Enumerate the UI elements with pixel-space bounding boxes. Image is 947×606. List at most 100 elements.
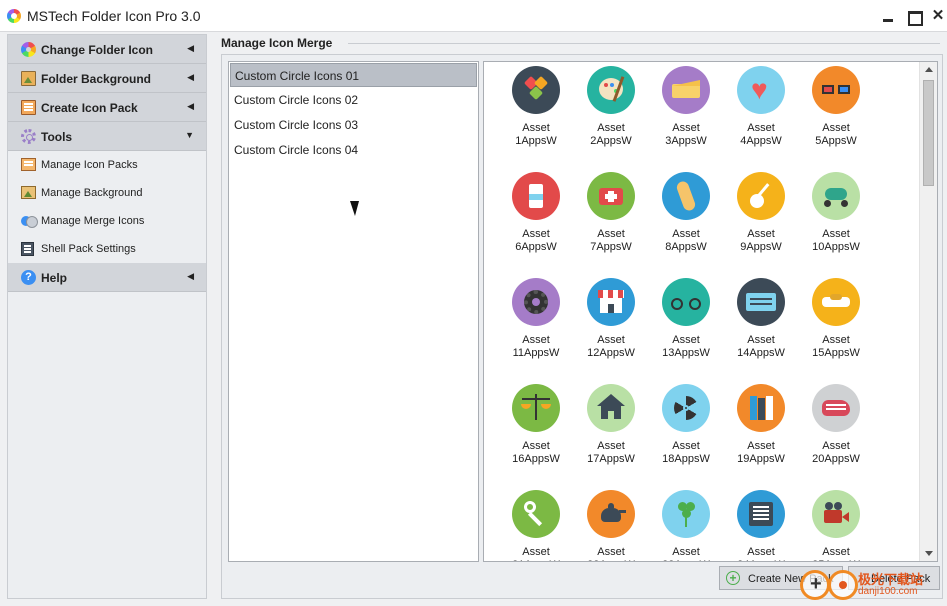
icon-grid[interactable]: Asset 1AppsW Asset 2AppsW Asset 3AppsW ♥ Asset 4… (483, 61, 938, 562)
asset-books-icon (737, 384, 785, 432)
icon-tile-label: Asset 2AppsW (573, 122, 649, 148)
icon-tile[interactable]: Asset 16AppsW (498, 384, 572, 486)
sidebar-section-folder-background[interactable]: Folder Background ◀ (8, 64, 206, 93)
icon-tile-label: Asset 16AppsW (498, 440, 574, 466)
asset-teapot-icon (587, 490, 635, 538)
maximize-button[interactable] (906, 8, 923, 26)
gear-glyph (532, 298, 540, 306)
icon-tile-label: Asset 7AppsW (573, 228, 649, 254)
close-button[interactable]: ✕ (930, 8, 946, 24)
icon-label-line2: 11AppsW (512, 347, 560, 359)
asset-glasses-icon (812, 66, 860, 114)
icon-tile-label: Asset 9AppsW (723, 228, 799, 254)
icon-pack-icon (21, 100, 36, 115)
sidebar-item-manage-background[interactable]: Manage Background (8, 179, 206, 207)
icon-label-line2: 5AppsW (815, 135, 857, 147)
icon-label-line2: 23AppsW (648, 559, 724, 561)
sidebar-item-shell-pack-settings[interactable]: Shell Pack Settings (8, 235, 206, 263)
icon-tile[interactable]: Asset 7AppsW (573, 172, 647, 274)
icon-tile[interactable]: Asset 13AppsW (648, 278, 722, 380)
icon-tile[interactable]: Asset 8AppsW (648, 172, 722, 274)
pack-list-item[interactable]: Custom Circle Icons 02 (230, 88, 477, 112)
icon-tile[interactable]: Asset 10AppsW (798, 172, 872, 274)
icon-tile[interactable]: Asset 3AppsW (648, 66, 722, 168)
sidebar-section-create-icon-pack[interactable]: Create Icon Pack ◀ (8, 93, 206, 122)
camera-glyph (825, 502, 833, 510)
asset-book-icon (737, 490, 785, 538)
icon-tile[interactable]: Asset 11AppsW (498, 278, 572, 380)
pack-list[interactable]: Custom Circle Icons 01 Custom Circle Ico… (228, 61, 479, 562)
icon-tile[interactable]: ♥ Asset 4AppsW (723, 66, 797, 168)
house-glyph (608, 411, 614, 419)
icon-tile[interactable]: Asset 17AppsW (573, 384, 647, 486)
icon-grid-scrollbar[interactable] (919, 62, 937, 561)
sidebar-section-change-folder-icon[interactable]: Change Folder Icon ◀ (8, 35, 206, 64)
asset-house-icon (587, 384, 635, 432)
icon-tile[interactable]: Asset 5AppsW (798, 66, 872, 168)
icon-label-line2: 1AppsW (515, 135, 557, 147)
icon-label-line1: Asset (522, 122, 550, 134)
watermark-ring-icon (800, 570, 830, 600)
icon-tile[interactable]: Asset23AppsW (648, 490, 724, 561)
icon-label-line2: 24AppsW (723, 559, 799, 561)
asset-bread-icon (662, 172, 710, 220)
scroll-down-arrow-icon[interactable] (925, 551, 933, 556)
icon-label-line2: 22AppsW (573, 559, 649, 561)
icon-tile[interactable]: Asset 1AppsW (498, 66, 572, 168)
icon-tile[interactable]: Asset 2AppsW (573, 66, 647, 168)
collapse-arrow-icon: ◀ (187, 43, 194, 53)
books-glyph (766, 396, 773, 420)
icon-label-line2: 19AppsW (737, 453, 785, 465)
icon-tile[interactable]: Asset 19AppsW (723, 384, 797, 486)
icon-tile[interactable]: Asset 9AppsW (723, 172, 797, 274)
palette-glyph (604, 83, 608, 87)
icon-label-line1: Asset (672, 334, 700, 346)
pack-list-item[interactable]: Custom Circle Icons 03 (230, 113, 477, 137)
icon-tile[interactable]: Asset 12AppsW (573, 278, 647, 380)
icon-tile-label: Asset 6AppsW (498, 228, 574, 254)
icon-label-line1: Asset (747, 228, 775, 240)
sidebar-section-label: Tools (41, 130, 73, 144)
asset-cheese-icon (662, 66, 710, 114)
icon-label-line2: 21AppsW (498, 559, 574, 561)
pack-list-item[interactable]: Custom Circle Icons 01 (230, 63, 477, 87)
icon-tile[interactable]: Asset24AppsW (723, 490, 799, 561)
asset-radiation-icon (662, 384, 710, 432)
icon-tile[interactable]: Asset25AppsW (798, 490, 872, 561)
icon-tile[interactable]: Asset21AppsW (498, 490, 574, 561)
icon-tile[interactable]: Asset 15AppsW (798, 278, 872, 380)
icon-label-line2: 16AppsW (512, 453, 560, 465)
sidebar-section-tools[interactable]: Tools ▼ (8, 122, 206, 151)
icon-label-line2: 18AppsW (662, 453, 710, 465)
minimize-button[interactable] (880, 8, 896, 24)
scale-glyph (522, 398, 550, 400)
teapot-glyph (608, 503, 614, 508)
sidebar-item-manage-merge-icons[interactable]: Manage Merge Icons (8, 207, 206, 235)
shop-glyph (598, 290, 624, 298)
asset-scooter-icon (812, 172, 860, 220)
book-glyph (753, 506, 769, 508)
asset-hexagons-icon (512, 66, 560, 114)
sidebar-item-manage-icon-packs[interactable]: Manage Icon Packs (8, 151, 206, 179)
icon-label-line1: Asset (522, 546, 550, 558)
scrollbar-thumb[interactable] (923, 80, 934, 186)
icon-tile[interactable]: Asset 18AppsW (648, 384, 722, 486)
icon-tile-label: Asset 3AppsW (648, 122, 724, 148)
glasses-glyph (822, 85, 834, 94)
pack-list-item[interactable]: Custom Circle Icons 04 (230, 138, 477, 162)
asset-milk-icon (512, 172, 560, 220)
camera-glyph (824, 510, 842, 523)
icon-tile[interactable]: Asset 6AppsW (498, 172, 572, 274)
house-glyph (597, 394, 625, 406)
icon-label-line2: 7AppsW (590, 241, 632, 253)
icon-tile[interactable]: Asset22AppsW (573, 490, 649, 561)
scroll-up-arrow-icon[interactable] (925, 67, 933, 72)
icon-tile[interactable]: Asset 14AppsW (723, 278, 797, 380)
clover-glyph (678, 502, 687, 511)
icon-label-line1: Asset (522, 334, 550, 346)
sidebar-section-help[interactable]: ? Help ◀ (8, 263, 206, 292)
icon-tile[interactable]: Asset 20AppsW (798, 384, 872, 486)
icon-label-line2: 3AppsW (665, 135, 707, 147)
sidebar: Change Folder Icon ◀ Folder Background ◀… (7, 34, 207, 599)
icon-label-line1: Asset (597, 440, 625, 452)
